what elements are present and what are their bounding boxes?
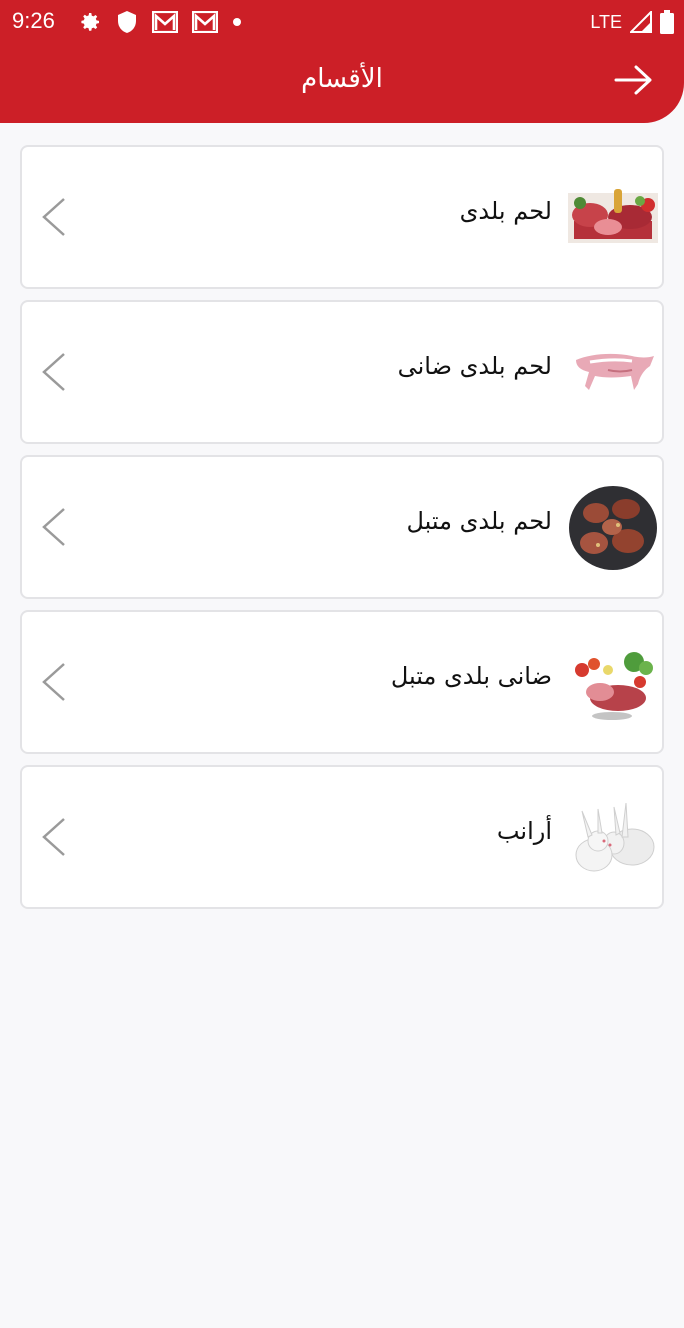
- category-label: لحم بلدى متبل: [406, 507, 552, 535]
- gear-icon: [81, 13, 99, 31]
- chevron-left-icon: [42, 818, 65, 856]
- rabbits-image: [575, 802, 655, 872]
- category-label: ضانى بلدى متبل: [390, 662, 552, 690]
- category-label: لحم بلدى: [459, 197, 552, 225]
- shield-icon: [118, 11, 136, 33]
- category-list: لحم بلدى لحم بلدى ضانى لحم بلدى متبل ضان…: [20, 145, 664, 920]
- network-type: LTE: [590, 11, 622, 32]
- gmail-icon: [152, 11, 178, 33]
- meat-assortment-image: [568, 189, 658, 243]
- category-label: لحم بلدى ضانى: [397, 352, 552, 380]
- grilled-meat-image: [569, 486, 657, 570]
- category-card[interactable]: لحم بلدى: [20, 145, 664, 289]
- category-label: أرانب: [496, 817, 552, 845]
- signal-icon: [630, 11, 652, 33]
- system-icons: LTE: [590, 9, 674, 35]
- category-card[interactable]: أرانب: [20, 765, 664, 909]
- status-bar: 9:26 LTE: [0, 0, 684, 44]
- category-card[interactable]: لحم بلدى ضانى: [20, 300, 664, 444]
- category-card[interactable]: لحم بلدى متبل: [20, 455, 664, 599]
- chevron-left-icon: [42, 508, 65, 546]
- meat-vegetables-image: [575, 652, 653, 720]
- dot-icon: [233, 18, 241, 26]
- app-bar: الأقسام: [0, 44, 684, 123]
- chevron-left-icon: [42, 353, 65, 391]
- gmail-icon: [192, 11, 218, 33]
- arrow-right-icon[interactable]: [614, 64, 654, 96]
- status-time: 9:26: [12, 8, 55, 33]
- battery-icon: [660, 10, 674, 34]
- notification-icons: [78, 9, 242, 35]
- chevron-left-icon: [42, 663, 65, 701]
- category-card[interactable]: ضانى بلدى متبل: [20, 610, 664, 754]
- lamb-carcass-image: [576, 353, 654, 390]
- chevron-left-icon: [42, 198, 65, 236]
- page-title: الأقسام: [301, 64, 383, 94]
